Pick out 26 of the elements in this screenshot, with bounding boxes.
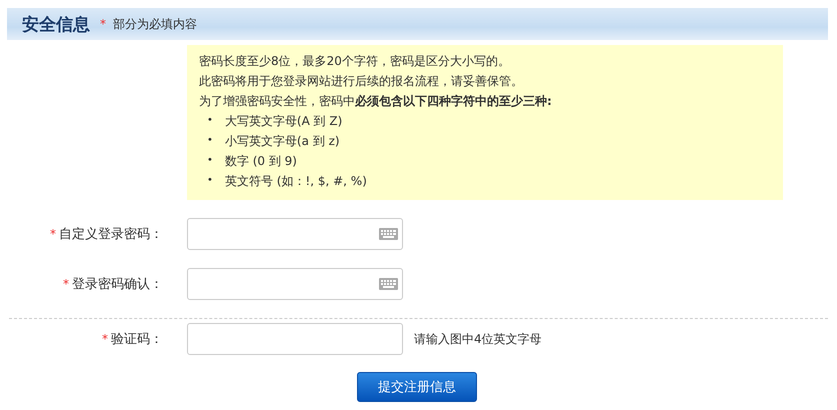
rule-item: 英文符号 (如：!, $, #, %) bbox=[224, 173, 367, 190]
required-mark: * bbox=[50, 227, 56, 241]
keyboard-icon[interactable] bbox=[379, 278, 398, 290]
notice-text: 为了增强密码安全性，密码中必须包含以下四种字符中的至少三种: bbox=[199, 93, 553, 110]
required-mark: * bbox=[63, 277, 69, 291]
rule-item: 小写英文字母(a 到 z) bbox=[224, 133, 340, 150]
field-label: 自定义登录密码： bbox=[59, 226, 163, 243]
rule-item: 数字 (0 到 9) bbox=[224, 153, 297, 170]
required-mark: * bbox=[102, 332, 108, 346]
input-field[interactable] bbox=[187, 268, 403, 300]
input-field[interactable] bbox=[187, 323, 403, 355]
submit-button[interactable]: 提交注册信息 bbox=[357, 372, 477, 402]
field-label: 验证码： bbox=[111, 331, 163, 348]
input-field[interactable] bbox=[187, 218, 403, 250]
required-note: * 部分为必填内容 bbox=[100, 16, 197, 32]
bullet-icon: • bbox=[207, 171, 213, 191]
keyboard-icon[interactable] bbox=[379, 228, 398, 240]
section-title: 安全信息 bbox=[22, 14, 90, 36]
bullet-icon: • bbox=[207, 131, 213, 151]
rule-item: 大写英文字母(A 到 Z) bbox=[224, 113, 342, 130]
notice-text: 密码长度至少8位，最多20个字符，密码是区分大小写的。 bbox=[199, 53, 511, 70]
bullet-icon: • bbox=[207, 111, 213, 131]
field-hint: 请输入图中4位英文字母 bbox=[414, 330, 542, 348]
field-label: 登录密码确认： bbox=[72, 276, 163, 293]
notice-text: 此密码将用于您登录网站进行后续的报名流程，请妥善保管。 bbox=[199, 73, 524, 90]
bullet-icon: • bbox=[207, 151, 213, 171]
